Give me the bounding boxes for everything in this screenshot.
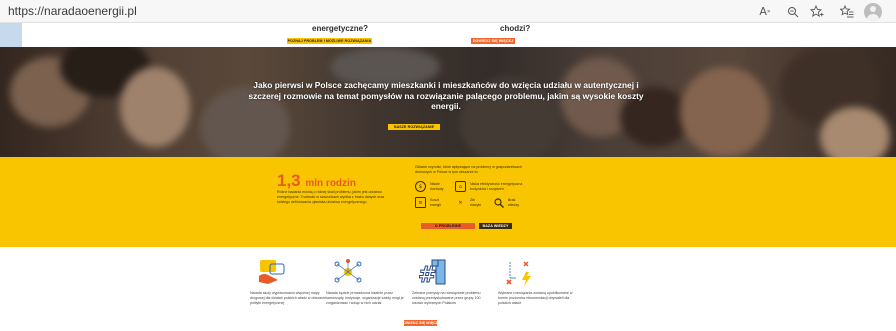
cause-label: Złe nawyki — [470, 198, 481, 207]
cause-label: Brak wiedzy — [508, 198, 519, 207]
profile-icon[interactable] — [864, 3, 882, 21]
problem-button[interactable]: POZNAJ PROBLEM I MOŻLIWE ROZWIĄZANIA — [287, 38, 372, 44]
bottom-learn-more-button[interactable]: DOWIEDZ SIĘ WIĘCEJ — [400, 320, 441, 326]
bill-icon: ≡ — [415, 197, 426, 208]
favorites-icon[interactable] — [838, 3, 856, 20]
hero-section: Jako pierwsi w Polsce zachęcamy mieszkan… — [0, 47, 896, 157]
right-question: chodzi? — [500, 24, 531, 33]
top-cta-band: energetyczne? POZNAJ PROBLEM I MOŻLIWE R… — [22, 23, 896, 47]
magnifier-icon — [493, 197, 504, 208]
income-icon: $ — [415, 181, 426, 192]
our-solution-button[interactable]: NASZE ROZWIĄZANIE — [388, 124, 440, 130]
stats-section: 1,3 mln rodzin Różne badania mówią o róż… — [0, 157, 896, 247]
feature-text: Narada będzie prowadzona lokalnie przez … — [326, 291, 404, 305]
cause-item: ≡ Koszt energii — [415, 197, 450, 208]
cause-item: ⌂ Niska efektywność energetyczna budynkó… — [455, 181, 530, 192]
learn-more-button[interactable]: DOWIEDZ SIĘ WIĘCEJ — [471, 38, 515, 44]
knowledge-base-button[interactable]: BAZA WIEDZY — [479, 223, 512, 229]
features-section: Narada służy wypracowaniu wspólnej mapy … — [0, 247, 896, 331]
feature-text: Narada służy wypracowaniu wspólnej mapy … — [250, 291, 327, 305]
browser-toolbar: https://naradaoenergii.pl A» — [0, 0, 896, 23]
cause-label: Niskie dochody — [430, 182, 444, 191]
stat-description: Różne badania mówią o różnej skali probl… — [277, 190, 385, 204]
number-one-icon: # — [418, 258, 450, 289]
left-question: energetyczne? — [312, 24, 369, 33]
feature-card: # Zebrane pomysły na rozwiązanie problem… — [412, 258, 492, 306]
hero-text: Jako pierwsi w Polsce zachęcamy mieszkan… — [248, 80, 644, 111]
about-problem-button[interactable]: O PROBLEMIE — [421, 223, 475, 229]
feature-text: Zebrane pomysły na rozwiązanie problemu … — [412, 291, 481, 305]
stat-unit: mln rodzin — [305, 178, 356, 189]
cause-item: $ Niskie dochody — [415, 181, 450, 192]
add-favorite-icon[interactable] — [808, 3, 826, 20]
cause-item: Brak wiedzy — [493, 197, 524, 208]
hand-dialog-icon — [256, 258, 288, 286]
feature-card: Wybrane rozwiązania zostaną opublikowane… — [498, 258, 578, 306]
feature-card: Narada będzie prowadzona lokalnie przez … — [326, 258, 406, 306]
cause-label: Koszt energii — [430, 198, 441, 207]
read-aloud-icon[interactable]: A» — [756, 3, 774, 20]
decision-icon — [504, 258, 536, 286]
feature-card: Narada służy wypracowaniu wspólnej mapy … — [250, 258, 330, 306]
heating-icon: ✕ — [458, 199, 463, 206]
causes-intro: Główne czynniki, które wpływające na pro… — [415, 165, 522, 174]
feature-text: Wybrane rozwiązania zostaną opublikowane… — [498, 291, 573, 305]
cause-label: Niska efektywność energetyczna budynków … — [470, 182, 523, 191]
zoom-icon[interactable] — [784, 3, 802, 20]
address-bar[interactable]: https://naradaoenergii.pl — [8, 4, 137, 18]
network-icon — [332, 258, 364, 286]
house-icon: ⌂ — [455, 181, 466, 192]
stat-number: 1,3 mln rodzin — [277, 171, 356, 191]
cause-item: ✕ Złe nawyki — [455, 197, 486, 208]
stat-value: 1,3 — [277, 171, 301, 190]
